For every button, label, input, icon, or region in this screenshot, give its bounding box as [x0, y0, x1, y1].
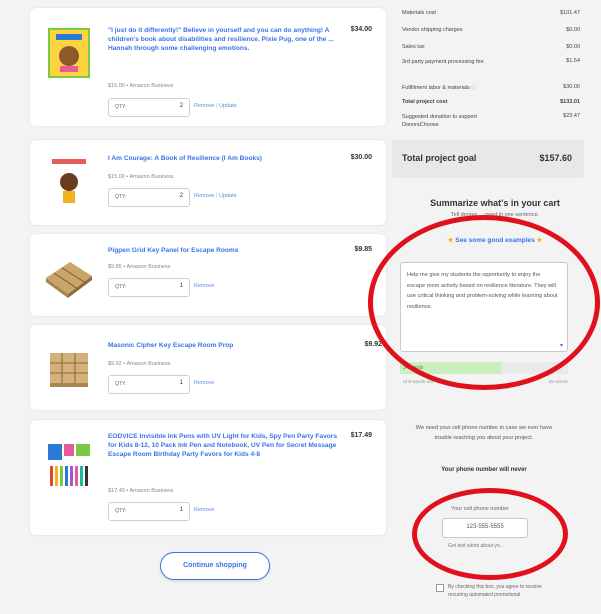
item-actions: Remove: [194, 283, 214, 289]
goal-value: $157.60: [539, 153, 572, 163]
item-actions: Remove | Update: [194, 193, 237, 199]
quantity-field[interactable]: QTY: 2: [108, 188, 190, 207]
cart-item: EODVICE Invisible Ink Pens with UV Light…: [30, 420, 386, 535]
summary-value: $101.47: [560, 10, 580, 16]
item-actions: Remove: [194, 507, 214, 513]
product-vendor: $17.49 • Amazon Business: [108, 488, 174, 494]
summary-row: Total project cost $133.01: [402, 99, 580, 105]
info-icon[interactable]: ⓘ: [470, 85, 476, 91]
quantity-label: QTY:: [115, 284, 127, 290]
quantity-label: QTY:: [115, 104, 127, 110]
quantity-field[interactable]: QTY: 1: [108, 278, 190, 297]
cart-item: "I just do it differently!" Believe in y…: [30, 8, 386, 126]
remove-link[interactable]: Remove: [194, 507, 214, 513]
total-project-goal: Total project goal $157.60: [392, 140, 584, 178]
remove-link[interactable]: Remove: [194, 193, 214, 199]
word-maximum-text: 35 words: [548, 380, 568, 385]
product-title-link[interactable]: EODVICE Invisible Ink Pens with UV Light…: [108, 432, 338, 459]
quantity-value[interactable]: 2: [180, 193, 183, 199]
summary-label: Total project cost: [402, 99, 448, 105]
summary-label: Vendor shipping charges: [402, 27, 463, 33]
summary-value: $23.47: [563, 113, 580, 119]
remove-link[interactable]: Remove: [194, 283, 214, 289]
quantity-field[interactable]: QTY: 2: [108, 98, 190, 117]
summary-row: Suggested donation to support DonorsChoo…: [402, 113, 502, 129]
word-minimum-text: of 9 words min: [403, 380, 435, 385]
quantity-label: QTY:: [115, 381, 127, 387]
quantity-value[interactable]: 1: [180, 380, 183, 386]
annotation-circle-phone: [412, 488, 568, 580]
continue-shopping-button[interactable]: Continue shopping: [160, 552, 270, 580]
quantity-value[interactable]: 1: [180, 507, 183, 513]
summary-value: $0.00: [566, 44, 580, 50]
summary-row: Vendor shipping charges $0.00: [402, 27, 580, 33]
product-thumbnail[interactable]: [42, 26, 96, 80]
summary-value: $0.00: [566, 27, 580, 33]
remove-link[interactable]: Remove: [194, 103, 214, 109]
quantity-value[interactable]: 2: [180, 103, 183, 109]
summary-label: Sales tax: [402, 44, 425, 50]
product-price: $9.85: [354, 246, 372, 253]
consent-text: By checking this box, you agree to recei…: [448, 584, 542, 598]
product-price: $17.49: [350, 432, 372, 439]
item-actions: Remove: [194, 380, 214, 386]
quantity-field[interactable]: QTY: 1: [108, 375, 190, 394]
product-price: $9.92: [364, 341, 382, 348]
summary-label: Materials cost: [402, 10, 436, 16]
product-thumbnail[interactable]: [42, 341, 96, 395]
summary-row: Materials cost $101.47: [402, 10, 580, 16]
cart-item: Masonic Cipher Key Escape Room Prop $9.9…: [30, 325, 386, 410]
summary-label: 3rd party payment processing fee: [402, 59, 484, 65]
summary-value: $133.01: [560, 99, 580, 105]
item-actions: Remove | Update: [194, 103, 237, 109]
product-vendor: $15.00 • Amazon Business: [108, 83, 174, 89]
summary-row: 3rd party payment processing fee: [402, 58, 512, 67]
product-vendor: $9.85 • Amazon Business: [108, 264, 171, 270]
product-title-link[interactable]: Pigpen Grid Key Panel for Escape Rooms: [108, 246, 338, 255]
quantity-label: QTY:: [115, 508, 127, 514]
product-title-link[interactable]: "I just do it differently!" Believe in y…: [108, 26, 338, 53]
product-thumbnail[interactable]: [42, 248, 96, 302]
summary-row: Sales tax $0.00: [402, 44, 580, 50]
summary-row: Fulfillment labor & materials ⓘ $30.00: [402, 84, 580, 91]
quantity-label: QTY:: [115, 194, 127, 200]
product-title-link[interactable]: Masonic Cipher Key Escape Room Prop: [108, 341, 338, 350]
product-price: $34.00: [350, 26, 372, 33]
phone-privacy-text: Your phone number will never: [441, 467, 527, 473]
phone-intro-text: We need your cell phone number in case w…: [415, 425, 553, 441]
product-title-link[interactable]: I Am Courage: A Book of Resilience (I Am…: [108, 154, 338, 163]
consent-checkbox[interactable]: [436, 584, 444, 592]
product-vendor: $15.00 • Amazon Business: [108, 174, 174, 180]
product-vendor: $9.92 • Amazon Business: [108, 361, 171, 367]
summary-value: $1.54: [566, 58, 580, 64]
cart-item: Pigpen Grid Key Panel for Escape Rooms $…: [30, 234, 386, 316]
summary-label: Suggested donation to support DonorsChoo…: [402, 114, 477, 128]
product-thumbnail[interactable]: [42, 438, 96, 492]
update-link[interactable]: Update: [219, 103, 237, 109]
quantity-field[interactable]: QTY: 1: [108, 502, 190, 521]
quantity-value[interactable]: 1: [180, 283, 183, 289]
update-link[interactable]: Update: [219, 193, 237, 199]
product-price: $30.00: [350, 154, 372, 161]
cart-summary-heading: Summarize what's in your cart: [430, 198, 560, 208]
summary-value: $30.00: [563, 84, 580, 90]
remove-link[interactable]: Remove: [194, 380, 214, 386]
product-thumbnail[interactable]: [42, 154, 96, 208]
annotation-circle-summary: [368, 215, 600, 390]
goal-label: Total project goal: [402, 153, 477, 163]
cart-item: I Am Courage: A Book of Resilience (I Am…: [30, 140, 386, 225]
summary-label: Fulfillment labor & materials: [402, 85, 470, 91]
